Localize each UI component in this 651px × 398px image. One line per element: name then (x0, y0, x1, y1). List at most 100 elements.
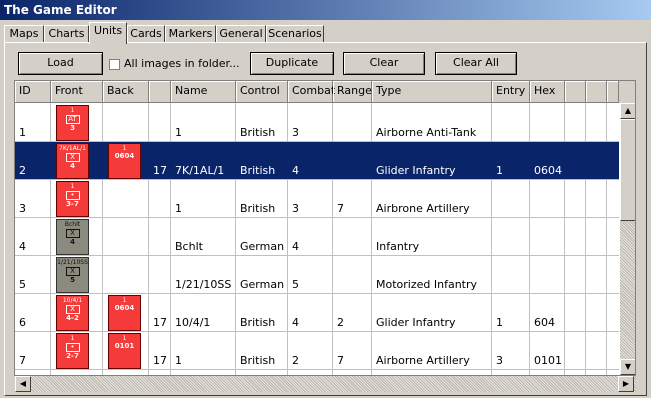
cell-type: Infantry (376, 240, 420, 253)
front-counter-image[interactable]: 1/21/10SS X 5 (56, 257, 89, 293)
cell-control: British (240, 316, 276, 329)
table-row[interactable]: 1 1 British 3 Airborne Anti-Tank 1 AT 3 (15, 104, 619, 142)
counter-top-text: Bchlt (64, 221, 81, 228)
row-divider (15, 369, 619, 370)
table-row[interactable]: 5 1/21/10SS German 5 Motorized Infantry 1/21/… (15, 256, 619, 294)
column-header-entry[interactable]: Entry (492, 81, 530, 103)
cell-control: German (240, 278, 285, 291)
counter-top-text: 7K/1AL/1 (59, 145, 86, 152)
cell-extra: 17 (153, 164, 167, 177)
column-header-control[interactable]: Control (236, 81, 288, 103)
units-table[interactable]: ID Front Back Name Control Combat Range Type Ent… (14, 80, 636, 376)
scroll-right-icon[interactable]: ▶ (618, 376, 634, 392)
unit-symbol-icon: • (65, 191, 80, 200)
unit-symbol-icon: X (65, 267, 80, 276)
cell-range: 7 (337, 202, 344, 215)
back-counter-image[interactable]: 1 0101 (108, 333, 141, 369)
unit-symbol-icon: • (65, 343, 80, 352)
cell-hex: 604 (534, 316, 555, 329)
tab-units[interactable]: Units (89, 22, 127, 44)
column-header-front[interactable]: Front (51, 81, 103, 103)
counter-value: 3-7 (66, 200, 79, 208)
tab-charts[interactable]: Charts (44, 25, 89, 43)
column-header-blank-12[interactable] (586, 81, 607, 103)
column-header-combat[interactable]: Combat (288, 81, 335, 103)
cell-combat: 2 (292, 354, 299, 367)
scroll-thumb[interactable] (620, 119, 635, 221)
scroll-down-icon[interactable]: ▼ (620, 359, 635, 375)
column-header-back[interactable]: Back (103, 81, 149, 103)
back-counter-image[interactable]: 1 0604 (108, 295, 141, 331)
front-counter-image[interactable]: 1 • 2-7 (56, 333, 89, 369)
tab-general[interactable]: General (216, 25, 266, 43)
cell-name: 1 (175, 126, 182, 139)
column-header-blank-11[interactable] (565, 81, 586, 103)
cell-id: 7 (19, 354, 26, 367)
table-row[interactable]: 3 1 British 3 7 Airbrone Artillery 1 • 3-7 (15, 180, 619, 218)
cell-id: 3 (19, 202, 26, 215)
cell-type: Motorized Infantry (376, 278, 478, 291)
column-header-blank-13[interactable] (607, 81, 619, 103)
front-counter-image[interactable]: Bchlt X 4 (56, 219, 89, 255)
counter-top-text: 1 (122, 297, 127, 304)
cell-id: 5 (19, 278, 26, 291)
cell-control: British (240, 354, 276, 367)
clear-button[interactable]: Clear (343, 52, 425, 75)
table-row[interactable]: 7 17 1 British 2 7 Airborne Artillery 3 0101 1 • 2-… (15, 332, 619, 370)
window-title: The Game Editor (0, 0, 651, 20)
column-header-name[interactable]: Name (171, 81, 236, 103)
clear-all-button[interactable]: Clear All (435, 52, 517, 75)
cell-name: 10/4/1 (175, 316, 211, 329)
cell-name: 7K/1AL/1 (175, 164, 225, 177)
scroll-up-icon[interactable]: ▲ (620, 103, 635, 119)
table-row[interactable]: 6 17 10/4/1 British 4 2 Glider Infantry 1 604 10/… (15, 294, 619, 332)
cell-combat: 4 (292, 316, 299, 329)
back-counter-image[interactable]: 1 0604 (108, 143, 141, 179)
all-images-checkbox[interactable] (109, 59, 120, 70)
counter-value: 4 (70, 162, 75, 170)
load-button[interactable]: Load (18, 52, 103, 75)
cell-combat: 4 (292, 240, 299, 253)
cell-entry: 3 (496, 354, 503, 367)
cell-entry: 1 (496, 164, 503, 177)
counter-value: 3 (70, 124, 75, 132)
duplicate-button[interactable]: Duplicate (250, 52, 334, 75)
horizontal-scrollbar[interactable]: ◀ ▶ (15, 376, 636, 392)
column-header-hex[interactable]: Hex (530, 81, 565, 103)
front-counter-image[interactable]: 7K/1AL/1 X 4 (56, 143, 89, 179)
cell-extra: 17 (153, 354, 167, 367)
column-header-type[interactable]: Type (372, 81, 492, 103)
front-counter-image[interactable]: 1 • 3-7 (56, 181, 89, 217)
front-counter-image[interactable]: 1 AT 3 (56, 105, 89, 141)
table-row[interactable]: 4 Bchlt German 4 Infantry Bchlt X 4 (15, 218, 619, 256)
cell-combat: 3 (292, 202, 299, 215)
front-counter-image[interactable]: 10/4/1 X 4-2 (56, 295, 89, 331)
tab-maps[interactable]: Maps (4, 25, 44, 43)
cell-control: British (240, 164, 276, 177)
tab-cards[interactable]: Cards (127, 25, 165, 43)
cell-type: Glider Infantry (376, 164, 456, 177)
counter-top-text: 1 (70, 183, 75, 190)
table-row[interactable]: 2 17 7K/1AL/1 British 4 Glider Infantry 1 0604 7… (15, 142, 619, 180)
tab-markers[interactable]: Markers (165, 25, 216, 43)
column-header-extra[interactable] (149, 81, 171, 103)
cell-id: 1 (19, 126, 26, 139)
counter-value: 0604 (114, 152, 135, 160)
all-images-label: All images in folder... (124, 57, 240, 70)
column-header-range[interactable]: Range (333, 81, 372, 103)
cell-extra: 17 (153, 316, 167, 329)
tab-scenarios[interactable]: Scenarios (266, 25, 324, 43)
cell-control: British (240, 126, 276, 139)
cell-combat: 4 (292, 164, 299, 177)
column-header-id[interactable]: ID (15, 81, 51, 103)
counter-value: 2-7 (66, 352, 79, 360)
counter-value: 0101 (114, 342, 135, 350)
unit-symbol-icon: X (65, 153, 80, 162)
counter-value: 0604 (114, 304, 135, 312)
cell-type: Airborne Anti-Tank (376, 126, 477, 139)
cell-control: German (240, 240, 285, 253)
vertical-scrollbar[interactable]: ▲ ▼ (620, 103, 635, 375)
cell-type: Glider Infantry (376, 316, 456, 329)
scroll-left-icon[interactable]: ◀ (15, 376, 31, 392)
cell-id: 2 (19, 164, 26, 177)
